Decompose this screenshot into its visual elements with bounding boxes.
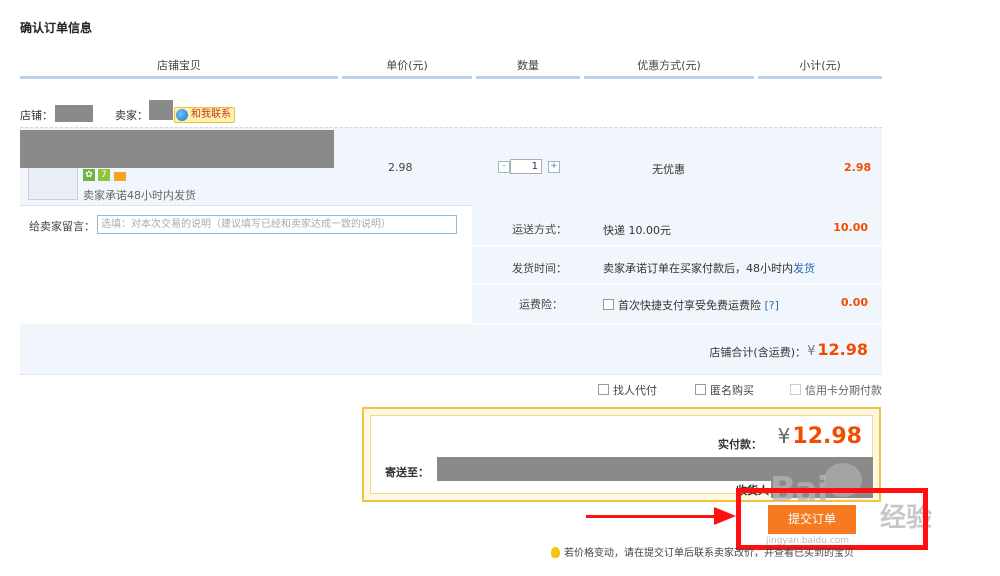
installment-label: 信用卡分期付款 [805,384,882,397]
insurance-help-link[interactable]: [?] [765,299,779,312]
seller-message-input[interactable]: 选填：对本次交易的说明（建议填写已经和卖家达成一致的说明） [97,215,457,234]
column-header-item: 店铺宝贝 [20,56,338,79]
divider [472,245,882,246]
delivery-time-text: 卖家承诺订单在买家付款后，48小时内 [603,262,793,275]
credit-card-icon[interactable] [114,172,126,181]
actual-payment-amount: ¥12.98 [778,424,862,449]
installment-option[interactable]: 信用卡分期付款 [790,382,882,398]
contact-seller-label: 和我联系 [191,109,231,120]
page-title: 确认订单信息 [20,21,93,35]
actual-payment-label: 实付款： [718,438,762,451]
seller-name-redacted [149,100,173,120]
contact-seller-button[interactable]: 和我联系 [174,107,235,123]
quantity-increase-button[interactable]: + [548,161,560,173]
price-change-tip-text: 若价格变动，请在提交订单后联系卖家改价，并查看已买到的宝贝 [564,548,854,559]
proxy-pay-label: 找人代付 [613,384,657,397]
delivery-time-value: 卖家承诺订单在买家付款后，48小时内发货 [603,260,815,276]
currency-symbol: ¥ [777,424,791,448]
shipping-panel: 运送方式： 快递 10.00元 10.00 发货时间： 卖家承诺订单在买家付款后… [472,205,882,323]
installment-checkbox[interactable] [790,384,801,395]
seller-label: 卖家： [115,109,148,122]
currency-symbol: ¥ [807,344,816,359]
highlight-box-annotation [736,488,928,550]
shop-label: 店铺： [20,109,53,122]
item-title-redacted [20,130,334,168]
shop-total-section: 店铺合计(含运费)： ¥12.98 [20,324,882,375]
shipping-method-amount: 10.00 [833,221,868,234]
shop-line: 店铺： 卖家： [20,100,320,127]
delivery-time-link[interactable]: 发货 [793,262,815,275]
ship-to-label: 寄送至： [385,466,429,479]
price-change-tip: 若价格变动，请在提交订单后联系卖家改价，并查看已买到的宝贝 [551,544,854,559]
anonymous-purchase-label: 匿名购买 [710,384,754,397]
seven-day-return-icon[interactable]: 7 [98,169,110,181]
column-header-quantity: 数量 [476,56,580,79]
quantity-input[interactable]: 1 [510,159,542,174]
unit-price: 2.98 [388,161,413,174]
anonymous-purchase-checkbox[interactable] [695,384,706,395]
shop-total-amount: ¥12.98 [807,340,868,359]
shipping-method-value[interactable]: 快递 10.00元 [603,222,671,238]
shipping-insurance-text: 首次快捷支付享受免费运费险 [618,299,761,312]
shipping-promise: 卖家承诺48小时内发货 [83,189,196,202]
shop-name-redacted [55,105,93,122]
discount-value: 无优惠 [652,163,685,176]
order-table-header: 店铺宝贝 单价(元) 数量 优惠方式(元) 小计(元) [20,56,882,79]
shipping-method-label: 运送方式： [512,223,567,236]
message-shipping-section: 给卖家留言： 选填：对本次交易的说明（建议填写已经和卖家达成一致的说明） 运送方… [20,205,882,323]
proxy-pay-checkbox[interactable] [598,384,609,395]
lightbulb-icon [551,547,560,558]
arrow-annotation-shaft [586,515,716,518]
proxy-pay-option[interactable]: 找人代付 [598,382,657,398]
arrow-annotation-head [714,507,736,525]
shop-total-label: 店铺合计(含运费)： [709,346,806,359]
shipping-insurance-amount: 0.00 [840,296,868,309]
shipping-insurance-checkbox[interactable] [603,299,614,310]
actual-payment-value: 12.98 [792,424,862,449]
item-subtotal: 2.98 [844,161,872,174]
shipping-insurance-option[interactable]: 首次快捷支付享受免费运费险 [?] [603,297,779,313]
column-header-subtotal: 小计(元) [758,56,882,79]
consumer-protection-icon[interactable]: ✿ [83,169,95,181]
column-header-unit-price: 单价(元) [342,56,472,79]
column-header-discount: 优惠方式(元) [584,56,754,79]
shipping-insurance-label: 运费险： [519,298,563,311]
quantity-decrease-button[interactable]: - [498,161,510,173]
shop-total-value: 12.98 [817,340,868,359]
delivery-time-label: 发货时间： [512,262,567,275]
anonymous-purchase-option[interactable]: 匿名购买 [695,382,754,398]
divider [472,283,882,284]
message-label: 给卖家留言： [29,220,95,233]
chat-icon [176,109,188,121]
item-row: ✿ 7 卖家承诺48小时内发货 2.98 - 1 + 无优惠 2.98 [20,127,882,206]
